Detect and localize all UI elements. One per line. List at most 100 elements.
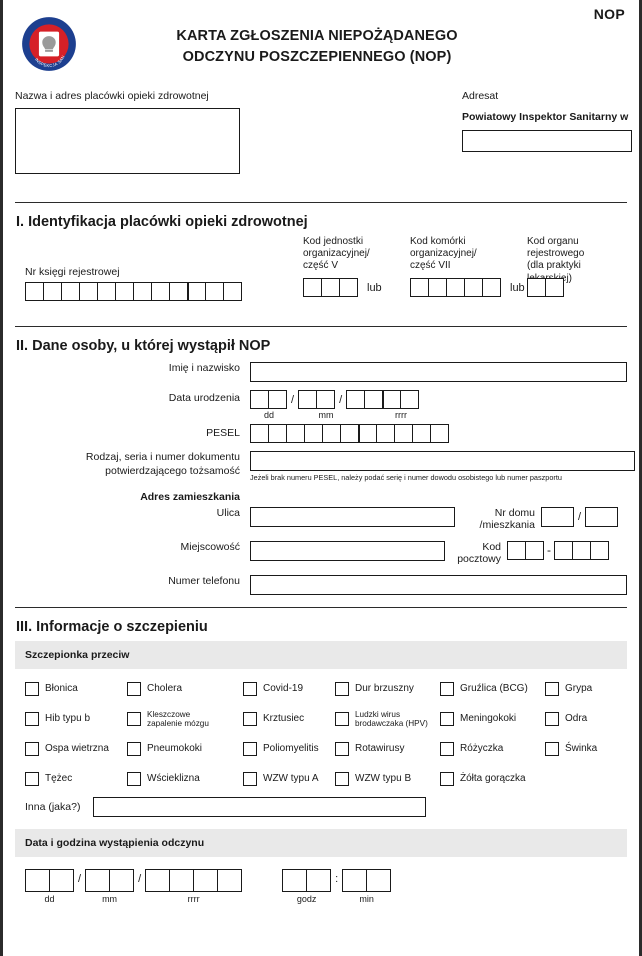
vaccine-option-w-cieklizna[interactable]: Wścieklizna bbox=[127, 772, 200, 787]
vaccine-option-b-onica[interactable]: Błonica bbox=[25, 682, 78, 697]
checkbox-icon[interactable] bbox=[335, 742, 349, 757]
digit-cell[interactable] bbox=[400, 390, 420, 409]
birth-year-boxes[interactable] bbox=[346, 390, 420, 409]
digit-cell[interactable] bbox=[268, 424, 287, 443]
digit-cell[interactable] bbox=[133, 282, 152, 301]
vaccine-option-dur-brzuszny[interactable]: Dur brzuszny bbox=[335, 682, 414, 697]
digit-cell[interactable] bbox=[430, 424, 449, 443]
digit-cell[interactable] bbox=[169, 869, 195, 893]
vaccine-option-t-ec[interactable]: Tężec bbox=[25, 772, 72, 787]
digit-cell[interactable] bbox=[482, 278, 501, 297]
vaccine-option-kleszczowe-zapalenie-m-zgu[interactable]: Kleszczowe zapalenie mózgu bbox=[127, 710, 209, 729]
digit-cell[interactable] bbox=[382, 390, 402, 409]
digit-cell[interactable] bbox=[85, 869, 111, 893]
digit-cell[interactable] bbox=[464, 278, 483, 297]
vaccine-option-gru-lica-bcg[interactable]: Gruźlica (BCG) bbox=[440, 682, 528, 697]
checkbox-icon[interactable] bbox=[243, 682, 257, 697]
vaccine-option-wzw-typu-b[interactable]: WZW typu B bbox=[335, 772, 411, 787]
digit-cell[interactable] bbox=[205, 282, 224, 301]
digit-cell[interactable] bbox=[217, 869, 243, 893]
vaccine-option-winka[interactable]: Świnka bbox=[545, 742, 597, 757]
digit-cell[interactable] bbox=[342, 869, 368, 893]
digit-cell[interactable] bbox=[321, 278, 340, 297]
vaccine-option-poliomyelitis[interactable]: Poliomyelitis bbox=[243, 742, 319, 757]
digit-cell[interactable] bbox=[364, 390, 384, 409]
postcode-left-boxes[interactable] bbox=[507, 540, 544, 560]
vaccine-option-ospa-wietrzna[interactable]: Ospa wietrzna bbox=[25, 742, 109, 757]
checkbox-icon[interactable] bbox=[127, 682, 141, 697]
digit-cell[interactable] bbox=[322, 424, 341, 443]
street-input[interactable] bbox=[250, 506, 455, 527]
checkbox-icon[interactable] bbox=[25, 742, 39, 757]
other-vaccine-input[interactable] bbox=[93, 797, 426, 818]
registry-organ-code-boxes[interactable] bbox=[527, 278, 627, 297]
digit-cell[interactable] bbox=[554, 540, 573, 560]
digit-cell[interactable] bbox=[169, 282, 188, 301]
checkbox-icon[interactable] bbox=[440, 742, 454, 757]
digit-cell[interactable] bbox=[316, 390, 336, 409]
checkbox-icon[interactable] bbox=[545, 682, 559, 697]
pesel-boxes[interactable] bbox=[250, 424, 449, 443]
checkbox-icon[interactable] bbox=[243, 742, 257, 757]
digit-cell[interactable] bbox=[303, 278, 322, 297]
city-input[interactable] bbox=[250, 540, 445, 561]
digit-cell[interactable] bbox=[358, 424, 377, 443]
digit-cell[interactable] bbox=[410, 278, 429, 297]
phone-input[interactable] bbox=[250, 575, 627, 596]
vaccine-option-covid-19[interactable]: Covid-19 bbox=[243, 682, 303, 697]
checkbox-icon[interactable] bbox=[243, 712, 257, 727]
cell-code-boxes[interactable] bbox=[410, 278, 501, 297]
digit-cell[interactable] bbox=[298, 390, 318, 409]
name-input[interactable] bbox=[250, 362, 627, 382]
digit-cell[interactable] bbox=[428, 278, 447, 297]
postcode-right-boxes[interactable] bbox=[554, 540, 609, 560]
flat-number-input[interactable] bbox=[585, 506, 619, 527]
birth-month-boxes[interactable] bbox=[298, 390, 336, 409]
reaction-day-boxes[interactable] bbox=[25, 869, 74, 893]
digit-cell[interactable] bbox=[306, 869, 332, 893]
house-number-input[interactable] bbox=[541, 506, 574, 527]
digit-cell[interactable] bbox=[49, 869, 74, 893]
digit-cell[interactable] bbox=[250, 390, 269, 409]
digit-cell[interactable] bbox=[25, 282, 44, 301]
digit-cell[interactable] bbox=[446, 278, 465, 297]
vaccine-option-grypa[interactable]: Grypa bbox=[545, 682, 592, 697]
digit-cell[interactable] bbox=[97, 282, 116, 301]
register-number-boxes[interactable] bbox=[25, 282, 242, 301]
checkbox-icon[interactable] bbox=[440, 682, 454, 697]
digit-cell[interactable] bbox=[145, 869, 171, 893]
digit-cell[interactable] bbox=[590, 540, 609, 560]
vaccine-option-pneumokoki[interactable]: Pneumokoki bbox=[127, 742, 202, 757]
checkbox-icon[interactable] bbox=[545, 712, 559, 727]
vaccine-option-ta-gor-czka[interactable]: Żółta gorączka bbox=[440, 772, 526, 787]
checkbox-icon[interactable] bbox=[335, 682, 349, 697]
digit-cell[interactable] bbox=[572, 540, 591, 560]
digit-cell[interactable] bbox=[43, 282, 62, 301]
checkbox-icon[interactable] bbox=[243, 772, 257, 787]
checkbox-icon[interactable] bbox=[127, 712, 141, 727]
vaccine-option-cholera[interactable]: Cholera bbox=[127, 682, 182, 697]
digit-cell[interactable] bbox=[115, 282, 134, 301]
reaction-hour-boxes[interactable] bbox=[282, 869, 332, 893]
digit-cell[interactable] bbox=[527, 278, 546, 297]
digit-cell[interactable] bbox=[79, 282, 98, 301]
reaction-minute-boxes[interactable] bbox=[342, 869, 392, 893]
facility-input[interactable] bbox=[15, 108, 240, 175]
checkbox-icon[interactable] bbox=[25, 772, 39, 787]
digit-cell[interactable] bbox=[286, 424, 305, 443]
digit-cell[interactable] bbox=[340, 424, 359, 443]
digit-cell[interactable] bbox=[412, 424, 431, 443]
checkbox-icon[interactable] bbox=[127, 742, 141, 757]
birth-day-boxes[interactable] bbox=[250, 390, 287, 409]
digit-cell[interactable] bbox=[223, 282, 242, 301]
checkbox-icon[interactable] bbox=[545, 742, 559, 757]
reaction-year-boxes[interactable] bbox=[145, 869, 243, 893]
checkbox-icon[interactable] bbox=[335, 772, 349, 787]
checkbox-icon[interactable] bbox=[127, 772, 141, 787]
checkbox-icon[interactable] bbox=[440, 712, 454, 727]
vaccine-option-rotawirusy[interactable]: Rotawirusy bbox=[335, 742, 404, 757]
digit-cell[interactable] bbox=[193, 869, 219, 893]
digit-cell[interactable] bbox=[507, 540, 526, 560]
addressee-input[interactable] bbox=[462, 130, 632, 153]
checkbox-icon[interactable] bbox=[25, 682, 39, 697]
